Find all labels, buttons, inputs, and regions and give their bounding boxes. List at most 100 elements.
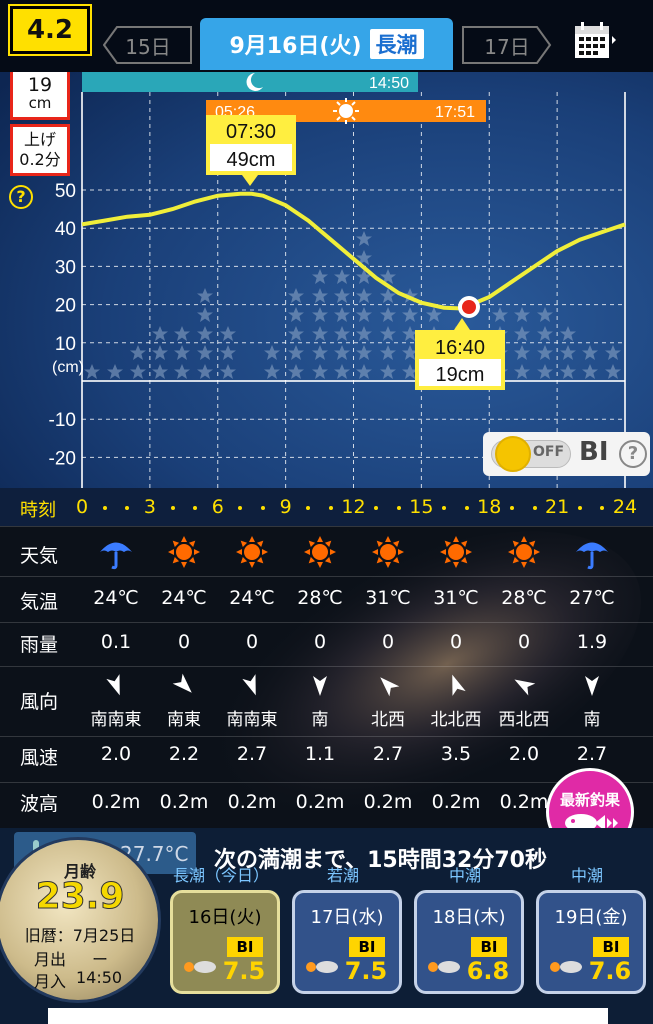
wind-dir-cell: 北西 [371, 710, 405, 730]
current-height: 19 [27, 74, 53, 96]
version-badge: 4.2 [8, 4, 92, 56]
day-card[interactable]: 18日(木) BI 6.8 [414, 890, 524, 994]
y-tick-label: 20 [55, 296, 76, 317]
wind_speed-cell: 2.7 [372, 743, 404, 765]
y-tick-label: 50 [55, 181, 76, 202]
bi-toggle[interactable]: OFF BI ? [483, 432, 650, 476]
temp-cell: 27℃ [569, 587, 615, 609]
wave-cell: 0.2m [431, 791, 481, 813]
wave-cell: 0.2m [295, 791, 345, 813]
time-axis-label: 時刻 [20, 500, 56, 521]
day-tide-name: 若潮 [326, 866, 359, 885]
latest-catch-label: 最新釣果 [559, 790, 620, 809]
low-tide-height: 19cm [436, 364, 485, 386]
temp-cell: 31℃ [365, 587, 411, 609]
y-tick-label: -10 [49, 410, 76, 431]
help-icon[interactable]: ? [9, 185, 33, 209]
current-height-box: 19 cm [10, 72, 70, 120]
row-wind-speed: 風速 2.0 2.2 2.7 1.1 2.7 3.5 2.0 2.7 [0, 736, 653, 782]
high-tide-height: 49cm [227, 149, 276, 171]
trend-box: 上げ 0.2分 [10, 124, 70, 176]
temp-cell: 24℃ [161, 587, 207, 609]
calendar-icon[interactable] [573, 20, 617, 60]
sun-icon [218, 535, 286, 574]
bi-value: 7.6 [588, 957, 632, 985]
time-axis: 時刻 0 3 6 9 12 15 18 21 24 [0, 488, 653, 526]
toggle-state: OFF [533, 444, 565, 460]
time-tick: 24 [612, 496, 638, 518]
day-tide-name: 中潮 [570, 866, 603, 885]
time-dot [374, 506, 379, 510]
rain-cell: 0 [517, 631, 531, 653]
forecast-icon [306, 961, 338, 973]
next-day-label: 17日 [484, 34, 530, 59]
time-tick: 21 [545, 496, 570, 518]
y-tick-label: 10 [55, 334, 76, 355]
time-dot [261, 506, 265, 510]
wind_speed-cell: 3.5 [440, 743, 472, 765]
temp-cell: 28℃ [297, 587, 343, 609]
day-date: 16日(火) [188, 907, 262, 928]
rain-cell: 0 [449, 631, 463, 653]
forecast-icon [428, 961, 460, 973]
trend-label: 上げ [23, 130, 56, 149]
wind_speed-cell: 1.1 [304, 743, 336, 765]
day-card[interactable]: 19日(金) BI 7.6 [536, 890, 646, 994]
day-tide-name: 長潮（今日） [172, 866, 269, 885]
time-tick: 15 [409, 496, 434, 518]
time-dot [125, 506, 130, 510]
moonset-label: 月入 [34, 972, 67, 991]
sun-icon [150, 535, 218, 574]
time-dot [170, 506, 175, 510]
low-tide-time: 16:40 [435, 337, 485, 359]
time-tick: 12 [341, 496, 366, 518]
wind_speed-cell: 2.0 [100, 743, 132, 765]
time-dot [328, 506, 333, 510]
lunar-date: 旧暦：7月25日 [24, 926, 136, 945]
current-date: 9月16日(火) 長潮 [200, 18, 453, 70]
umbrella-icon [558, 535, 626, 576]
time-tick: 6 [211, 496, 224, 518]
moonrise-time: ー [92, 950, 109, 969]
time-tick: 3 [143, 496, 156, 518]
moon-age-value: 23.9 [35, 876, 125, 918]
row-label-wind-dir: 風向 [20, 691, 59, 713]
prev-day-button[interactable]: 15日 [103, 26, 193, 64]
wind_speed-cell: 2.7 [236, 743, 268, 765]
forecast-icon [184, 961, 216, 973]
moonset-time: 14:50 [369, 75, 409, 92]
rain-cell: 0 [245, 631, 259, 653]
wind-arrow-icon [422, 671, 490, 704]
rain-cell: 0 [177, 631, 191, 653]
rain-cell: 0 [313, 631, 327, 653]
wind-dir-cell: 南東 [167, 710, 201, 730]
wind_speed-cell: 2.2 [168, 743, 200, 765]
day-date: 19日(金) [554, 907, 628, 928]
day-card[interactable]: 16日(火) BI 7.5 [170, 890, 280, 994]
bi-value: 7.5 [222, 957, 266, 985]
day-date: 17日(水) [310, 907, 384, 928]
day-card[interactable]: 17日(水) BI 7.5 [292, 890, 402, 994]
time-dot [509, 506, 514, 510]
ad-banner[interactable] [48, 1008, 608, 1024]
time-tick: 9 [279, 496, 292, 518]
prev-day-label: 15日 [125, 34, 171, 59]
bi-help-icon[interactable]: ? [619, 440, 647, 468]
y-tick-label: -20 [49, 448, 76, 469]
day-date: 18日(木) [432, 907, 506, 928]
y-tick-label: 30 [55, 257, 76, 278]
tide-chart[interactable]: 5040302010-10-20 (cm) 14:50 05:26 17:51 … [0, 72, 653, 488]
bi-badge: BI [593, 937, 629, 957]
time-dot [396, 506, 401, 510]
row-label-temp: 気温 [20, 591, 59, 613]
temp-cell: 31℃ [433, 587, 479, 609]
time-tick: 0 [75, 496, 89, 518]
next-day-button[interactable]: 17日 [462, 26, 552, 64]
current-height-unit: cm [28, 94, 52, 112]
row-label-rain: 雨量 [20, 634, 59, 656]
time-dot [306, 506, 311, 510]
wind-dir-cell: 北北西 [430, 710, 482, 730]
wave-cell: 0.2m [159, 791, 209, 813]
time-dot [102, 506, 107, 510]
row-sky: 天気 [0, 526, 653, 576]
